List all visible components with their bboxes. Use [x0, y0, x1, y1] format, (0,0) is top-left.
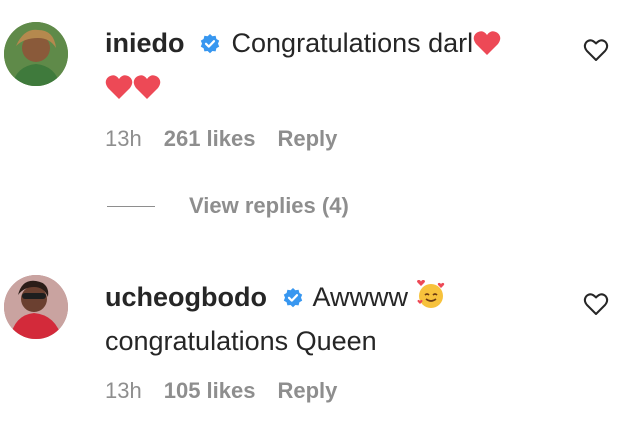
comment-body: iniedo Congratulations darl [105, 23, 560, 111]
avatar[interactable] [4, 275, 68, 339]
view-replies-label: View replies (4) [189, 193, 349, 218]
avatar-image [4, 275, 68, 339]
divider-line [107, 205, 155, 207]
heart-outline-icon[interactable] [582, 290, 610, 318]
comment-username[interactable]: iniedo [105, 28, 185, 58]
comment-message-line2: congratulations Queen [105, 326, 377, 356]
comment-time[interactable]: 13h [105, 378, 142, 404]
view-replies-link[interactable]: View replies (4) [107, 193, 349, 219]
comment-message: Awwww [312, 282, 409, 312]
comment-username[interactable]: ucheogbodo [105, 282, 267, 312]
comment-text: iniedo Congratulations darl [105, 23, 560, 111]
verified-badge-icon [200, 34, 220, 54]
reply-button[interactable]: Reply [277, 126, 337, 152]
comment-likes[interactable]: 105 likes [164, 378, 256, 404]
heart-emoji-icon [133, 71, 161, 111]
comment-meta: 13h 261 likes Reply [105, 126, 337, 152]
comment-time[interactable]: 13h [105, 126, 142, 152]
heart-emoji-icon [105, 71, 133, 111]
reply-button[interactable]: Reply [277, 378, 337, 404]
comment-likes[interactable]: 261 likes [164, 126, 256, 152]
heart-emoji-icon [473, 27, 501, 67]
avatar[interactable] [4, 22, 68, 86]
comment-item: ucheogbodo Awwww congratulations Queen 1… [0, 255, 640, 425]
comment-meta: 13h 105 likes Reply [105, 378, 337, 404]
smiling-face-with-hearts-emoji-icon [416, 279, 446, 321]
heart-outline-icon[interactable] [582, 36, 610, 64]
comment-body: ucheogbodo Awwww congratulations Queen [105, 277, 560, 361]
comment-message: Congratulations darl [231, 28, 474, 58]
comment-text: ucheogbodo Awwww congratulations Queen [105, 277, 560, 361]
verified-badge-icon [283, 288, 302, 308]
avatar-image [4, 22, 68, 86]
comment-item: iniedo Congratulations darl 13h 261 like… [0, 0, 640, 180]
